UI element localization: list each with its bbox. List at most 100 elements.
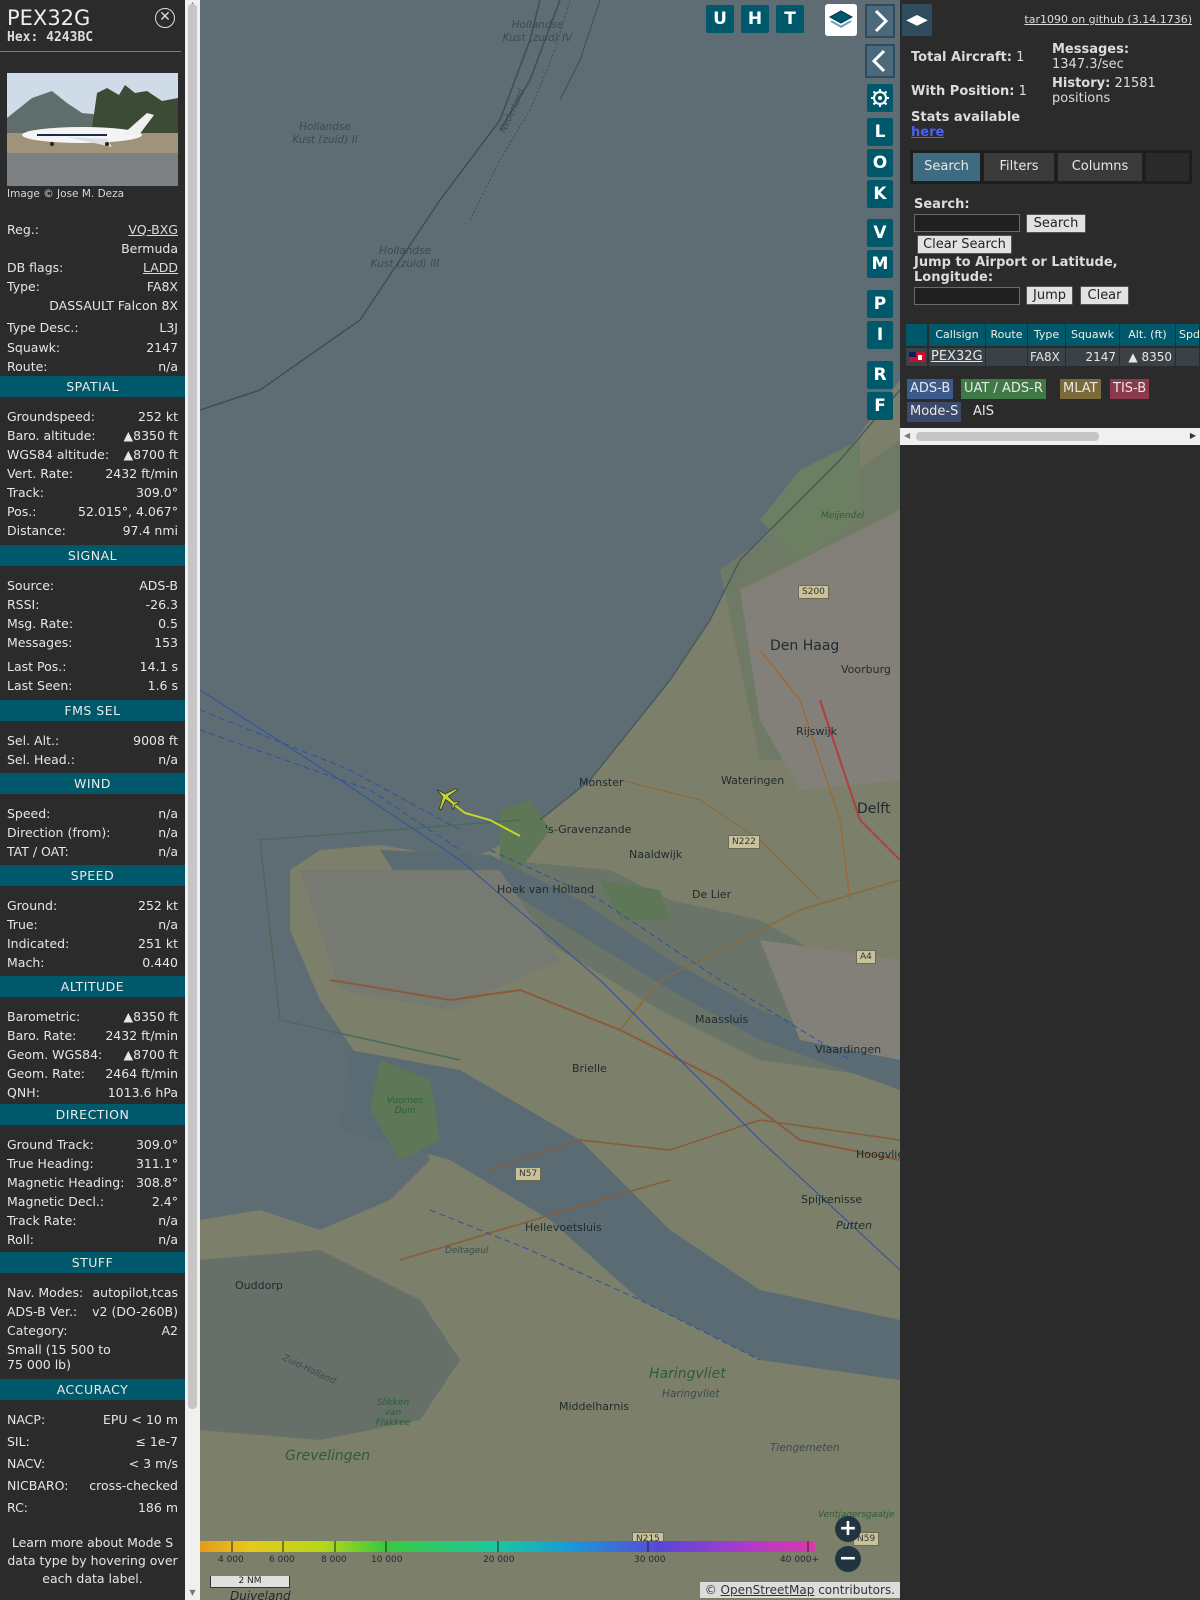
- table-hscrollbar-thumb[interactable]: [916, 432, 1099, 441]
- collapse-sidebar-button[interactable]: [865, 4, 895, 38]
- col-type[interactable]: Type: [1028, 324, 1066, 346]
- settings-button[interactable]: [867, 84, 893, 112]
- scroll-right-icon[interactable]: ▶: [1190, 431, 1196, 440]
- zoom-in-button[interactable]: +: [835, 1516, 861, 1542]
- info-row: Last Pos.: 14.1 s: [7, 659, 178, 677]
- tab-columns[interactable]: Columns: [1058, 153, 1142, 181]
- info-scrollbar-thumb[interactable]: [188, 4, 197, 1409]
- info-row-value: ▲8350 ft: [123, 1009, 178, 1024]
- search-button[interactable]: Search: [1026, 214, 1086, 233]
- info-row: Nav. Modes: autopilot,tcas: [7, 1285, 178, 1303]
- info-row-value: 2147: [146, 340, 178, 355]
- map-button-f[interactable]: F: [867, 392, 893, 420]
- info-row-value: FA8X: [146, 279, 178, 294]
- jump-input[interactable]: [914, 287, 1020, 305]
- table-hscrollbar[interactable]: ◀ ▶: [900, 428, 1200, 445]
- info-row-value: 9008 ft: [133, 733, 178, 748]
- aircraft-photo[interactable]: [7, 73, 178, 186]
- scroll-down-icon[interactable]: ▼: [188, 1588, 197, 1597]
- map-label-spijkenisse: Spijkenisse: [801, 1193, 863, 1206]
- col-altitude[interactable]: Alt. (ft): [1120, 324, 1176, 346]
- aircraft-marker-icon[interactable]: [430, 783, 464, 813]
- stat-messages-value: 1347.3/sec: [1052, 57, 1124, 72]
- info-row: Messages: 153: [7, 635, 178, 653]
- map-button-v[interactable]: V: [867, 219, 893, 247]
- altitude-scale-label: 10 000: [371, 1555, 403, 1565]
- info-row-value: 153: [154, 635, 178, 650]
- expand-sidebar-button[interactable]: [865, 44, 895, 78]
- map-button-h[interactable]: H: [741, 5, 769, 33]
- info-row-label: Pos.:: [7, 504, 37, 519]
- col-speed[interactable]: Spd: [1176, 324, 1200, 346]
- map-button-r[interactable]: R: [867, 361, 893, 389]
- attribution-link[interactable]: OpenStreetMap: [721, 1583, 815, 1597]
- info-header: PEX32G Hex: 4243BC ✕: [0, 0, 181, 52]
- info-row-value: autopilot,tcas: [92, 1285, 178, 1300]
- map-button-k[interactable]: K: [867, 180, 893, 208]
- legend-mode-s: Mode-S: [907, 402, 962, 422]
- col-callsign[interactable]: Callsign: [929, 324, 986, 346]
- col-flag[interactable]: [906, 324, 928, 346]
- info-row: Indicated: 251 kt: [7, 936, 178, 954]
- info-row: Ground Track: 309.0°: [7, 1137, 178, 1155]
- zoom-out-button[interactable]: −: [835, 1546, 861, 1572]
- info-row-value: 311.1°: [135, 1156, 178, 1171]
- close-icon[interactable]: ✕: [155, 8, 175, 28]
- info-row-label: Type Desc.:: [7, 320, 79, 335]
- legend-ads-b: ADS-B: [907, 379, 954, 399]
- info-row-label: Msg. Rate:: [7, 616, 74, 631]
- map-view[interactable]: Den Haag Voorburg Rijswijk Wateringen De…: [200, 0, 900, 1600]
- info-row-label: NICBARO:: [7, 1478, 69, 1493]
- info-row-value: n/a: [158, 1213, 178, 1228]
- info-row-value: ≤ 1e-7: [135, 1434, 178, 1449]
- info-row-label: DB flags:: [7, 260, 64, 275]
- search-input[interactable]: [914, 214, 1020, 232]
- sidebar-resize-button[interactable]: ◀▶: [902, 4, 932, 36]
- info-row: Squawk: 2147: [7, 340, 178, 358]
- info-row-value: 252 kt: [138, 409, 178, 424]
- stats-here-link[interactable]: here: [911, 125, 944, 140]
- info-row-value[interactable]: LADD: [143, 260, 178, 275]
- info-row-value: n/a: [158, 359, 178, 374]
- layers-button[interactable]: [825, 4, 857, 36]
- map-button-t[interactable]: T: [776, 5, 804, 33]
- map-button-u[interactable]: U: [706, 5, 734, 33]
- info-row: Last Seen: 1.6 s: [7, 678, 178, 696]
- scroll-left-icon[interactable]: ◀: [904, 431, 910, 440]
- map-button-m[interactable]: M: [867, 250, 893, 278]
- info-row: Geom. Rate: 2464 ft/min: [7, 1066, 178, 1084]
- tab-extra[interactable]: [1146, 153, 1189, 181]
- col-squawk[interactable]: Squawk: [1066, 324, 1120, 346]
- info-row: Roll: n/a: [7, 1232, 178, 1250]
- tab-filters[interactable]: Filters: [984, 153, 1054, 181]
- aircraft-photo-image: [7, 73, 178, 186]
- info-row-value: 186 m: [137, 1500, 178, 1515]
- jump-button[interactable]: Jump: [1026, 286, 1073, 305]
- table-row-flag[interactable]: [906, 348, 928, 366]
- info-row-value: ADS-B: [139, 578, 178, 593]
- map-button-l[interactable]: L: [867, 118, 893, 146]
- info-row: TAT / OAT: n/a: [7, 844, 178, 862]
- tab-search[interactable]: Search: [913, 153, 980, 181]
- map-button-p[interactable]: P: [867, 290, 893, 318]
- section-header-altitude: ALTITUDE: [0, 976, 185, 997]
- info-row: Bermuda: [7, 241, 178, 259]
- info-row-label: Sel. Head.:: [7, 752, 75, 767]
- col-route[interactable]: Route: [986, 324, 1028, 346]
- info-row-value[interactable]: VQ-BXG: [128, 222, 178, 237]
- info-scrollbar[interactable]: ▲ ▼: [185, 0, 200, 1600]
- info-row-label: Track:: [7, 485, 44, 500]
- clear-search-button[interactable]: Clear Search: [917, 235, 1012, 254]
- github-link[interactable]: tar1090 on github (3.14.1736): [1024, 13, 1192, 26]
- info-row-value: 97.4 nmi: [122, 523, 178, 538]
- map-button-i[interactable]: I: [867, 321, 893, 349]
- sidebar-tabs: Search Filters Columns: [910, 150, 1192, 184]
- info-row-value: 309.0°: [135, 485, 178, 500]
- map-button-o[interactable]: O: [867, 149, 893, 177]
- stats-available: Stats available here: [911, 110, 1020, 140]
- table-row-callsign[interactable]: PEX32G: [929, 348, 986, 366]
- map-label-grevelingen: Grevelingen: [285, 1448, 371, 1464]
- clear-button[interactable]: Clear: [1080, 286, 1129, 305]
- road-s200: S200: [798, 585, 829, 599]
- chevron-right-icon: [874, 9, 889, 33]
